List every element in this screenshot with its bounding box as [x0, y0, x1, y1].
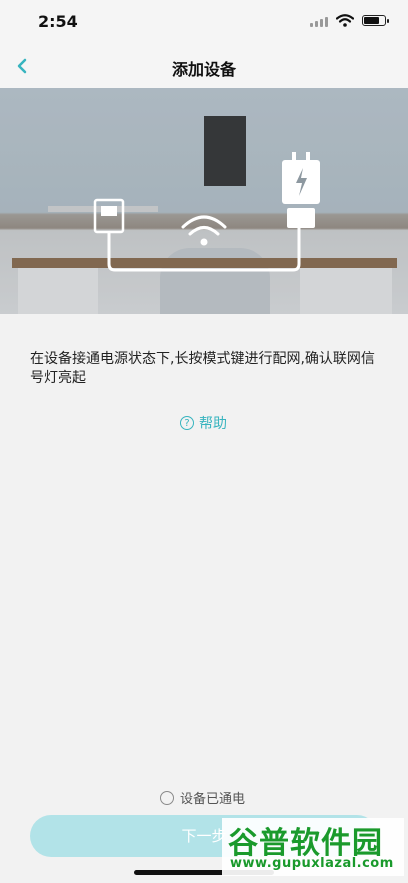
nav-bar: 添加设备 — [0, 44, 408, 88]
setup-illustration — [0, 88, 408, 314]
cellular-signal-icon — [310, 15, 328, 27]
wifi-signal-icon — [181, 215, 227, 246]
help-label: 帮助 — [199, 416, 227, 432]
setup-instruction: 在设备接通电源状态下,长按模式键进行配网,确认联网信号灯亮起 — [30, 351, 375, 386]
watermark: 谷普软件园 www.gupuxlazal.com — [222, 818, 404, 876]
status-icons — [310, 14, 389, 27]
device-powered-label: 设备已通电 — [180, 792, 246, 807]
page-title: 添加设备 — [171, 60, 236, 79]
watermark-url: www.gupuxlazal.com — [230, 856, 394, 871]
device-powered-checkbox[interactable]: 设备已通电 — [160, 788, 245, 807]
power-plug-icon — [282, 152, 320, 228]
status-bar: 2:54 — [0, 0, 408, 44]
help-circle-icon: ? — [180, 416, 194, 430]
help-link[interactable]: ? 帮助 — [180, 413, 227, 433]
battery-icon — [362, 15, 389, 26]
device-icon — [93, 198, 125, 234]
status-time: 2:54 — [38, 12, 78, 31]
wifi-icon — [336, 14, 354, 27]
radio-unchecked-icon — [160, 790, 174, 805]
power-cable — [107, 228, 301, 272]
